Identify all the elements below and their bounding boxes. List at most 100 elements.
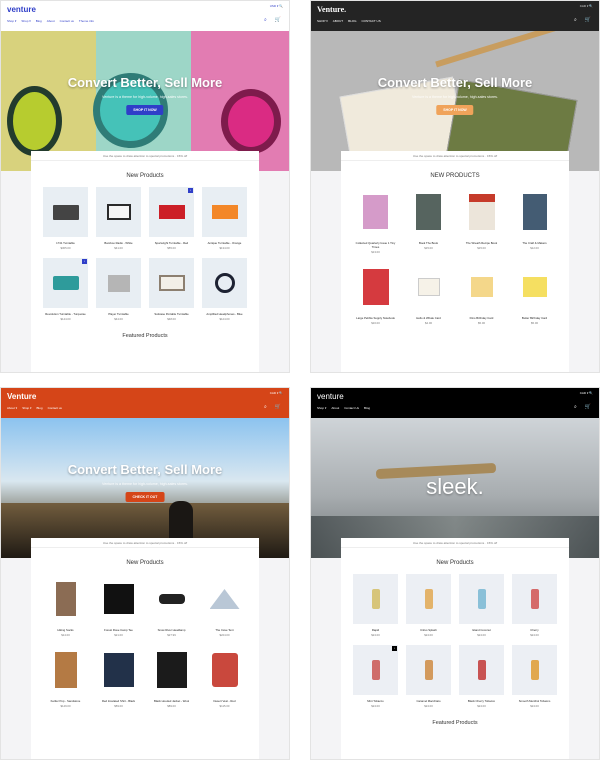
product-card[interactable]: The Cave Tent $224.00 — [202, 574, 247, 637]
product-image[interactable] — [512, 262, 557, 312]
product-card[interactable]: Hiking Socks $14.00 — [43, 574, 88, 637]
product-card[interactable]: Cherry $24.00 — [512, 574, 557, 637]
product-image[interactable] — [406, 187, 451, 237]
product-card[interactable]: The Craft & Makers $12.00 — [512, 187, 557, 254]
product-image[interactable] — [202, 645, 247, 695]
product-name[interactable]: Suitcase Portable Turntable — [149, 312, 194, 316]
cta-button[interactable]: CHECK IT OUT — [125, 492, 165, 502]
product-image[interactable] — [459, 262, 504, 312]
product-name[interactable]: Caramel Macchiato — [406, 699, 451, 703]
nav-item[interactable]: SHOP ▾ — [317, 19, 328, 23]
nav-item[interactable]: About — [47, 19, 55, 23]
product-name[interactable]: Antique Turntable - Orange — [202, 241, 247, 245]
product-card[interactable]: Rapid $24.00 — [353, 574, 398, 637]
product-card[interactable]: Antique Turntable - Orange $134.00 — [202, 187, 247, 250]
product-name[interactable]: The Craft & Makers — [512, 241, 557, 245]
utility-bar[interactable]: CAD ▾ 🔍 — [580, 391, 593, 395]
cart-icon[interactable]: 🛒 — [275, 17, 281, 23]
product-card[interactable]: Citrus Splash $24.00 — [406, 574, 451, 637]
product-name[interactable]: Forest Rose Camp Tee — [96, 628, 141, 632]
product-image[interactable] — [149, 258, 194, 308]
product-name[interactable]: Red Insulated Shirt - Black — [96, 699, 141, 703]
product-card[interactable]: Kettler Pop - Sandstone $149.00 — [43, 645, 88, 708]
search-icon[interactable]: ⌕ — [264, 17, 267, 23]
nav-item[interactable]: Shop ▾ — [317, 406, 326, 410]
product-name[interactable]: Player Turntable — [96, 312, 141, 316]
nav-item[interactable]: Blog — [364, 406, 370, 410]
product-card[interactable]: Black Cherry Tobacco $24.00 — [459, 645, 504, 708]
product-card[interactable]: Bamboo Radio - White $41.00 — [96, 187, 141, 250]
nav-item[interactable]: Shop ▾ — [22, 406, 31, 410]
cta-button[interactable]: SHOP IT NOW — [436, 105, 474, 115]
product-image[interactable] — [406, 574, 451, 624]
product-image[interactable] — [353, 187, 398, 237]
logo[interactable]: venture — [7, 5, 36, 14]
product-name[interactable]: Amplified Headphones - Blue — [202, 312, 247, 316]
product-card[interactable]: 1741 Turntable $305.00 — [43, 187, 88, 250]
product-image[interactable] — [353, 574, 398, 624]
utility-bar[interactable]: USD ▾ 🔍 — [270, 4, 283, 8]
product-image[interactable] — [149, 645, 194, 695]
logo[interactable]: venture — [317, 392, 344, 401]
product-image[interactable] — [149, 574, 194, 624]
cart-icon[interactable]: 🛒 — [585, 17, 591, 23]
utility-bar[interactable]: CAD ▾ 🔍 — [580, 4, 593, 8]
cart-icon[interactable]: 🛒 — [585, 404, 591, 410]
nav-item[interactable]: About ▾ — [7, 406, 17, 410]
product-image[interactable] — [459, 187, 504, 237]
search-icon[interactable]: ⌕ — [264, 404, 267, 410]
product-name[interactable]: The Cave Tent — [202, 628, 247, 632]
product-card[interactable]: Amplified Headphones - Blue $124.00 — [202, 258, 247, 321]
nav-item[interactable]: Theme info — [79, 19, 94, 23]
product-card[interactable]: Large Pebble Supply Notebook $16.00 — [353, 262, 398, 325]
utility-bar[interactable]: CAD ▾ 🔍 — [270, 391, 283, 395]
nav-item[interactable]: ABOUT — [333, 19, 343, 23]
product-card[interactable]: Smooth Menthol Tobacco $24.00 — [512, 645, 557, 708]
product-name[interactable]: Hiking Socks — [43, 628, 88, 632]
product-card[interactable]: Suitcase Portable Turntable $48.00 — [149, 258, 194, 321]
product-name[interactable]: Kettler Pop - Sandstone — [43, 699, 88, 703]
nav-item[interactable]: Shop ▾ — [21, 19, 30, 23]
product-card[interactable]: Dino Birthday Card $5.00 — [459, 262, 504, 325]
product-name[interactable]: Cherry — [512, 628, 557, 632]
product-card[interactable]: Island Coconut $24.00 — [459, 574, 504, 637]
product-card[interactable]: • Sparwright Turntable - Red $55.00 — [149, 187, 194, 250]
product-image[interactable] — [512, 187, 557, 237]
product-name[interactable]: Butter Birthday Card — [512, 316, 557, 320]
product-image[interactable] — [459, 574, 504, 624]
product-image[interactable] — [406, 645, 451, 695]
cart-icon[interactable]: 🛒 — [275, 404, 281, 410]
product-image[interactable] — [149, 187, 194, 237]
product-card[interactable]: Black Hooded Jacket - Wool $89.00 — [149, 645, 194, 708]
product-card[interactable]: Butter Birthday Card $5.00 — [512, 262, 557, 325]
product-name[interactable]: Bamboo Radio - White — [96, 241, 141, 245]
product-image[interactable] — [96, 574, 141, 624]
product-name[interactable]: Island Coconut — [459, 628, 504, 632]
product-name[interactable]: Hello & Whale Card — [406, 316, 451, 320]
product-image[interactable] — [353, 645, 398, 695]
product-name[interactable]: Desert Vest - Red — [202, 699, 247, 703]
product-name[interactable]: Rapid — [353, 628, 398, 632]
product-image[interactable] — [353, 262, 398, 312]
nav-item[interactable]: Blog — [37, 406, 43, 410]
product-card[interactable]: • Revolution Turntable - Turquoise $144.00 — [43, 258, 88, 321]
product-name[interactable]: Black Hooded Jacket - Wool — [149, 699, 194, 703]
search-icon[interactable]: ⌕ — [574, 17, 577, 23]
product-image[interactable] — [96, 187, 141, 237]
product-image[interactable] — [43, 645, 88, 695]
nav-item[interactable]: Contact us — [60, 19, 74, 23]
product-image[interactable] — [202, 574, 247, 624]
product-name[interactable]: Sparwright Turntable - Red — [149, 241, 194, 245]
product-image[interactable] — [512, 574, 557, 624]
product-image[interactable] — [43, 258, 88, 308]
product-name[interactable]: Citrus Splash — [406, 628, 451, 632]
product-name[interactable]: Large Pebble Supply Notebook — [353, 316, 398, 320]
product-image[interactable] — [43, 574, 88, 624]
nav-item[interactable]: CONTACT US — [361, 19, 380, 23]
product-card[interactable]: Caramel Macchiato $24.00 — [406, 645, 451, 708]
product-card[interactable]: Red Insulated Shirt - Black $59.00 — [96, 645, 141, 708]
product-image[interactable] — [406, 262, 451, 312]
product-card[interactable]: Hello & Whale Card $4.00 — [406, 262, 451, 325]
product-card[interactable]: Desert Vest - Red $115.00 — [202, 645, 247, 708]
product-image[interactable] — [96, 258, 141, 308]
